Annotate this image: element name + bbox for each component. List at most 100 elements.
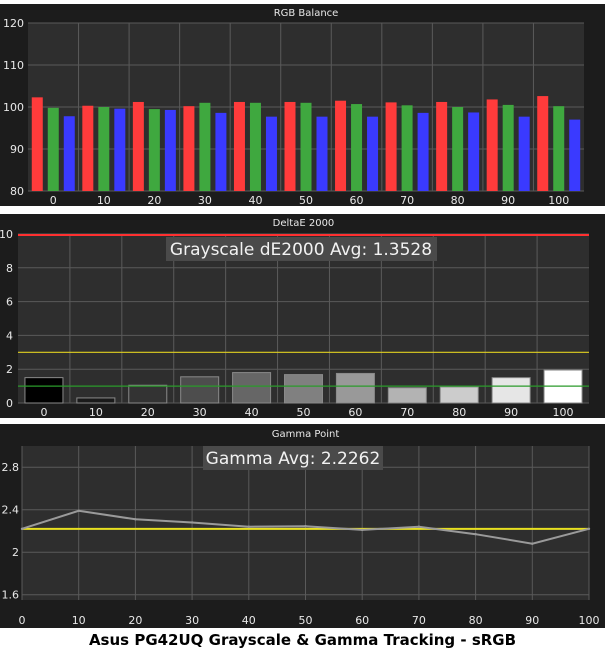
figure-root: RGB Balance DeltaE 2000 Gamma Point 80 90 100… <box>0 0 605 652</box>
delta-e-bar <box>439 386 479 404</box>
green-bar <box>351 104 363 191</box>
y-tick-label: 120 <box>3 17 24 30</box>
x-tick-label: 90 <box>504 406 518 419</box>
blue-bar <box>569 119 581 191</box>
y-tick-label: 10 <box>0 228 13 241</box>
y-tick-label: 2.4 <box>2 504 20 517</box>
chart-title-1: DeltaE 2000 <box>273 218 335 229</box>
charts-canvas: RGB BalanceDeltaE 2000Gamma Point8090100… <box>0 4 605 628</box>
x-tick-label: 60 <box>350 194 364 207</box>
blue-bar <box>316 116 328 191</box>
x-tick-label: 80 <box>452 406 466 419</box>
blue-bar <box>164 109 176 191</box>
green-bar <box>502 104 514 191</box>
x-tick-label: 80 <box>469 614 483 627</box>
x-tick-label: 70 <box>412 614 426 627</box>
x-tick-label: 30 <box>198 194 212 207</box>
delta-e-bar <box>232 372 272 404</box>
y-tick-label: 2 <box>6 363 13 376</box>
x-tick-label: 70 <box>400 406 414 419</box>
red-bar <box>486 99 498 191</box>
x-tick-label: 60 <box>348 406 362 419</box>
gamma-point <box>304 524 307 528</box>
y-tick-label: 100 <box>3 101 24 114</box>
gamma-point <box>531 542 534 545</box>
x-tick-label: 50 <box>297 406 311 419</box>
blue-bar <box>468 112 480 191</box>
blue-bar <box>215 112 227 191</box>
red-bar <box>436 101 448 191</box>
x-tick-label: 30 <box>185 614 199 627</box>
delta-e-bar <box>284 374 323 404</box>
y-tick-label: 1.6 <box>2 589 20 602</box>
delta-e-bar <box>180 376 220 404</box>
delta-e-bar <box>387 387 427 404</box>
gamma-point <box>417 525 421 528</box>
x-tick-label: 100 <box>579 614 600 627</box>
y-tick-label: 90 <box>10 143 24 156</box>
y-tick-label: 110 <box>3 59 24 72</box>
x-tick-label: 90 <box>501 194 515 207</box>
y-tick-label: 0 <box>6 397 13 410</box>
x-tick-label: 100 <box>548 194 569 207</box>
blue-bar <box>265 116 277 191</box>
blue-bar <box>114 108 126 191</box>
gamma-point <box>474 532 477 536</box>
x-tick-label: 10 <box>97 194 111 207</box>
gamma-point <box>134 518 137 521</box>
x-tick-label: 0 <box>19 614 26 627</box>
x-tick-label: 50 <box>299 614 313 627</box>
delta-e-bar <box>491 377 531 404</box>
annotation-text: Grayscale dE2000 Avg: 1.3528 <box>170 240 432 260</box>
delta-e-bar <box>24 377 64 404</box>
green-bar <box>553 106 565 191</box>
x-tick-label: 40 <box>242 614 256 627</box>
green-bar <box>148 109 160 191</box>
x-tick-label: 20 <box>128 614 142 627</box>
delta-e-bar <box>128 384 168 404</box>
y-tick-label: 2 <box>12 546 19 559</box>
green-bar <box>47 107 59 191</box>
annotation-text: Gamma Avg: 2.2262 <box>206 449 381 469</box>
delta-e-bar <box>76 397 116 404</box>
x-tick-label: 70 <box>400 194 414 207</box>
red-bar <box>31 97 43 191</box>
delta-e-bar <box>335 372 375 404</box>
chart-title-2: Gamma Point <box>272 429 340 440</box>
y-tick-label: 8 <box>6 262 13 275</box>
x-tick-label: 20 <box>147 194 161 207</box>
green-bar <box>199 102 211 191</box>
red-bar <box>132 101 144 191</box>
green-bar <box>452 107 464 191</box>
y-tick-label: 2.8 <box>2 461 20 474</box>
gamma-point <box>20 527 24 531</box>
green-bar <box>98 107 110 191</box>
red-bar <box>335 100 347 191</box>
gamma-point <box>247 525 250 528</box>
red-bar <box>233 101 245 191</box>
y-tick-label: 6 <box>6 296 13 309</box>
green-bar <box>300 102 312 191</box>
x-tick-label: 90 <box>525 614 539 627</box>
red-bar <box>284 101 296 191</box>
x-tick-label: 10 <box>72 614 86 627</box>
x-tick-label: 10 <box>89 406 103 419</box>
gamma-point <box>587 527 591 531</box>
x-tick-label: 40 <box>248 194 262 207</box>
x-tick-label: 0 <box>40 406 47 419</box>
red-bar <box>537 96 549 191</box>
gamma-point <box>77 509 80 512</box>
blue-bar <box>63 116 75 191</box>
blue-bar <box>518 116 530 191</box>
x-tick-label: 60 <box>355 614 369 627</box>
x-tick-label: 30 <box>193 406 207 419</box>
red-bar <box>82 105 94 191</box>
blue-bar <box>367 116 379 191</box>
gamma-point <box>361 528 364 532</box>
y-tick-label: 80 <box>10 185 24 198</box>
red-bar <box>183 106 195 191</box>
x-tick-label: 100 <box>553 406 574 419</box>
red-bar <box>385 102 397 191</box>
chart-title-0: RGB Balance <box>274 8 339 19</box>
x-tick-label: 20 <box>141 406 155 419</box>
